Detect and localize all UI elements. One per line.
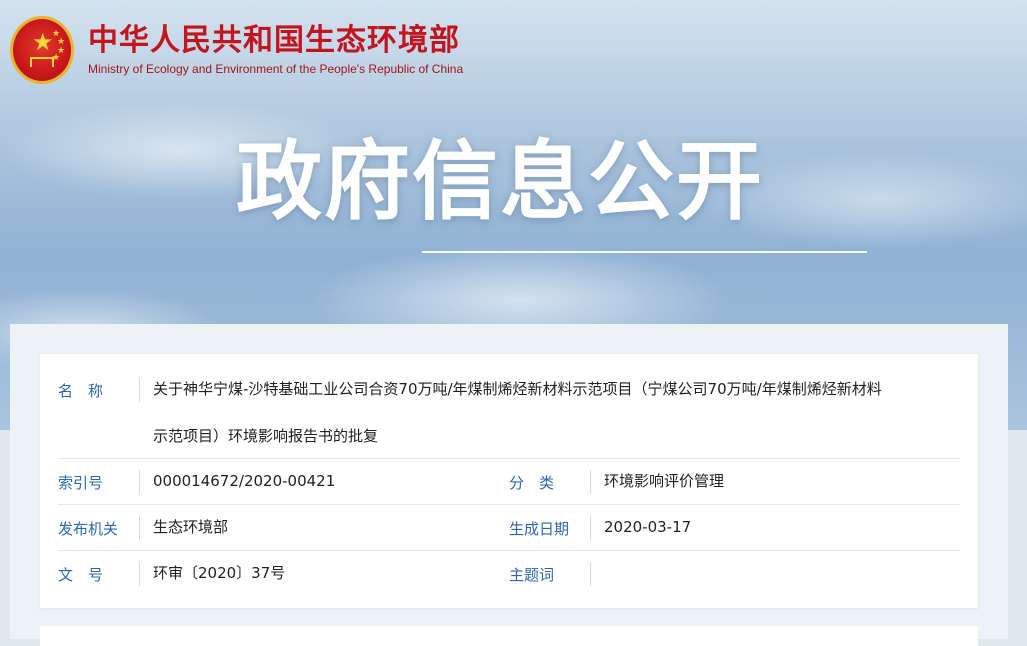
title-underline (422, 251, 867, 253)
site-brand[interactable]: 中华人民共和国生态环境部 Ministry of Ecology and Env… (88, 23, 464, 77)
keyword-label: 主题词 (509, 566, 555, 584)
info-row-docno: 文 号 环审〔2020〕37号 主题词 (58, 550, 960, 596)
issuer-label: 发布机关 (58, 520, 119, 538)
index-label: 索引号 (58, 474, 104, 492)
name-value-line1: 关于神华宁煤-沙特基础工业公司合资70万吨/年煤制烯烃新材料示范项目（宁煤公司7… (153, 380, 882, 398)
national-emblem-icon[interactable]: ★ ★ ★ ★ ★ (10, 16, 74, 84)
category-value: 环境影响评价管理 (604, 472, 725, 490)
info-row-index: 索引号 000014672/2020-00421 分 类 环境影响评价管理 (58, 458, 960, 505)
info-row-issuer: 发布机关 生态环境部 生成日期 2020-03-17 (58, 504, 960, 551)
site-name-en: Ministry of Ecology and Environment of t… (88, 62, 464, 76)
docno-label: 文 号 (58, 566, 104, 584)
date-value: 2020-03-17 (604, 518, 692, 536)
page-title: 政府信息公开 (236, 132, 764, 232)
site-header: ★ ★ ★ ★ ★ 中华人民共和国生态环境部 Ministry of Ecolo… (10, 12, 463, 88)
index-value: 000014672/2020-00421 (153, 472, 336, 490)
name-value-line2: 示范项目）环境影响报告书的批复 (153, 427, 379, 445)
document-body-card (40, 626, 978, 646)
document-info-card: 名 称 关于神华宁煤-沙特基础工业公司合资70万吨/年煤制烯烃新材料示范项目（宁… (40, 354, 978, 608)
issuer-value: 生态环境部 (153, 518, 229, 536)
docno-value: 环审〔2020〕37号 (153, 564, 286, 582)
name-label: 名 称 (58, 382, 104, 400)
date-label: 生成日期 (509, 520, 570, 538)
info-row-name: 名 称 关于神华宁煤-沙特基础工业公司合资70万吨/年煤制烯烃新材料示范项目（宁… (58, 364, 960, 459)
site-name-cn: 中华人民共和国生态环境部 (88, 23, 460, 58)
category-label: 分 类 (509, 474, 555, 492)
